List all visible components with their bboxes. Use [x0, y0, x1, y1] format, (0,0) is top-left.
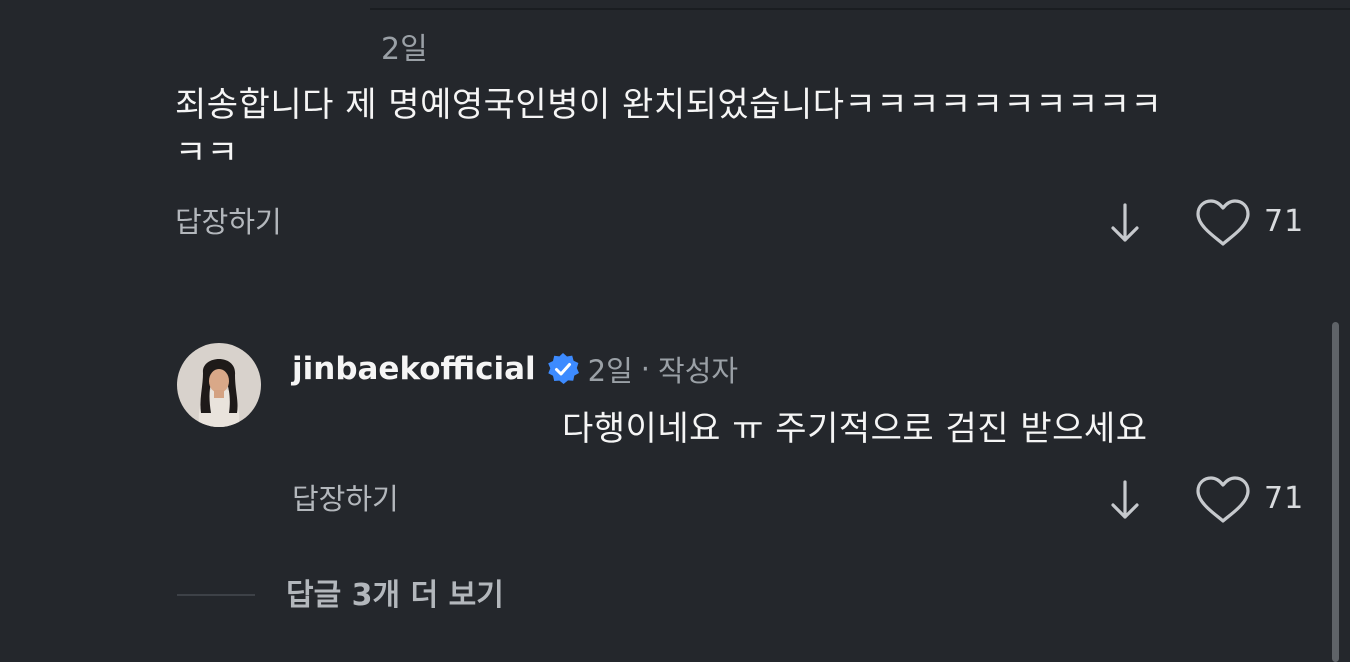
- heart-icon[interactable]: [1194, 198, 1252, 248]
- arrow-down-icon[interactable]: [1108, 479, 1142, 521]
- comment-text: 다행이네요 ㅠ 주기적으로 검진 받으세요: [562, 409, 1148, 449]
- avatar[interactable]: [177, 343, 261, 427]
- author-tag: 작성자: [658, 354, 739, 388]
- divider: [370, 8, 1350, 10]
- verified-badge-icon: [547, 353, 579, 384]
- reply-button[interactable]: 답장하기: [292, 481, 399, 517]
- view-more-replies-button[interactable]: 답글 3개 더 보기: [286, 577, 504, 615]
- comment-text-line2: ㅋㅋ: [175, 133, 239, 173]
- more-replies-line: [177, 594, 255, 596]
- heart-icon[interactable]: [1194, 475, 1252, 525]
- separator: ·: [640, 352, 651, 386]
- comment-text-line1: 죄송합니다 제 명예영국인병이 완치되었습니다ㅋㅋㅋㅋㅋㅋㅋㅋㅋㅋ: [175, 85, 1163, 125]
- like-count: 71: [1264, 204, 1305, 239]
- scrollbar[interactable]: [1332, 322, 1339, 662]
- username[interactable]: jinbaekofficial: [292, 351, 536, 387]
- comment-thread: 2일 죄송합니다 제 명예영국인병이 완치되었습니다ㅋㅋㅋㅋㅋㅋㅋㅋㅋㅋ ㅋㅋ …: [0, 0, 1350, 662]
- arrow-down-icon[interactable]: [1108, 202, 1142, 244]
- comment-time: 2일: [381, 32, 428, 67]
- comment-time: 2일: [587, 354, 633, 388]
- reply-button[interactable]: 답장하기: [175, 204, 282, 240]
- comment-header: jinbaekofficial 2일 · 작성자: [292, 349, 738, 389]
- like-count: 71: [1264, 481, 1305, 516]
